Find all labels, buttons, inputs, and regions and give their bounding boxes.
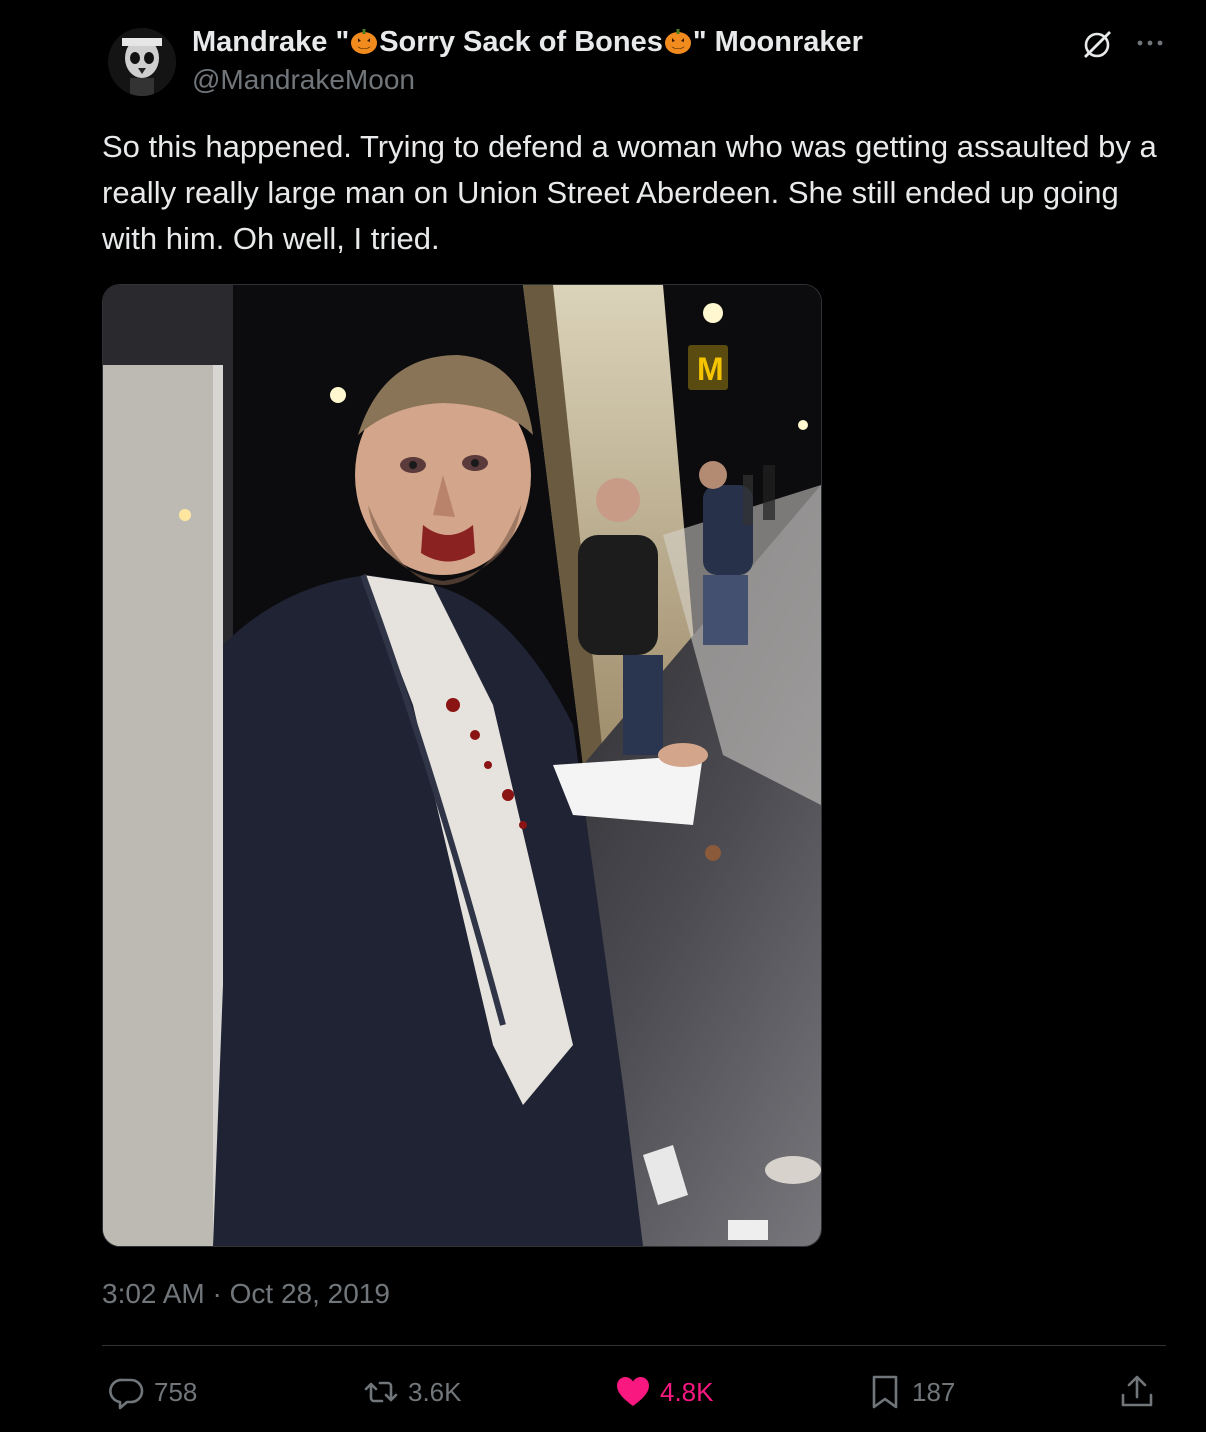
bookmark-button[interactable]: 187 (866, 1374, 955, 1410)
grok-icon[interactable] (1080, 28, 1114, 62)
more-icon[interactable] (1133, 28, 1167, 62)
author-name-part-3: " Moonraker (692, 26, 863, 58)
author-avatar[interactable] (108, 28, 176, 96)
tweet-text: So this happened. Trying to defend a wom… (102, 129, 1157, 256)
author-name[interactable]: Mandrake " Sorry Sack of Bones " Moonraker (192, 26, 863, 59)
skull-avatar-icon (108, 28, 176, 96)
pumpkin-icon (349, 26, 379, 56)
reply-button[interactable]: 758 (108, 1374, 197, 1410)
bookmark-icon (872, 1375, 898, 1409)
like-button[interactable]: 4.8K (614, 1374, 714, 1410)
author-handle[interactable]: @MandrakeMoon (192, 64, 415, 96)
reply-icon (109, 1378, 144, 1410)
author-name-part-2: Sorry Sack of Bones (379, 26, 663, 58)
author-name-part-1: Mandrake " (192, 26, 350, 58)
share-button[interactable] (1118, 1374, 1164, 1410)
bookmark-count: 187 (912, 1376, 956, 1407)
tweet-photo[interactable]: M (102, 284, 822, 1247)
mcdonalds-sign: M (697, 351, 724, 387)
retweet-button[interactable]: 3.6K (362, 1374, 462, 1410)
retweet-icon (364, 1381, 398, 1403)
share-icon (1121, 1375, 1153, 1407)
like-count: 4.8K (660, 1376, 714, 1407)
reply-count: 758 (154, 1376, 198, 1407)
tweet-timestamp[interactable]: 3:02 AM · Oct 28, 2019 (102, 1278, 390, 1310)
heart-icon (617, 1377, 649, 1406)
retweet-count: 3.6K (408, 1376, 462, 1407)
pumpkin-icon (663, 26, 693, 56)
divider (102, 1345, 1166, 1346)
